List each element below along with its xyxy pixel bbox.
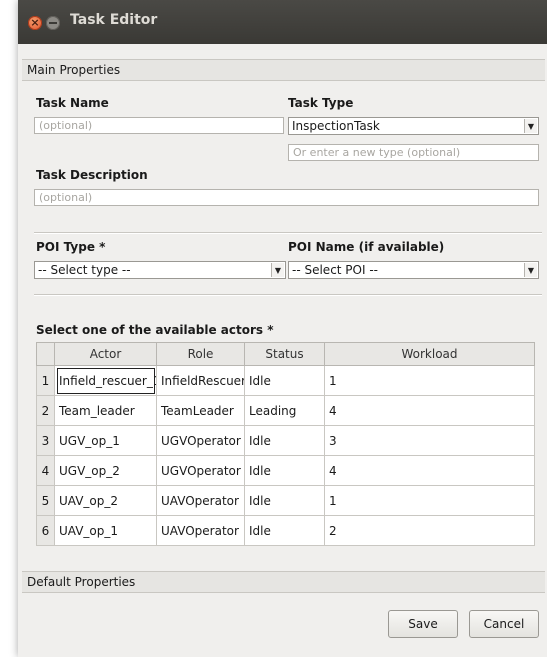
actors-table[interactable]: Actor Role Status Workload 1 Infield_res… (36, 342, 535, 546)
table-row[interactable]: 5 UAV_op_2 UAVOperator Idle 1 (36, 485, 535, 516)
task-name-input[interactable]: (optional) (34, 117, 284, 134)
actor-cell[interactable]: Team_leader (54, 395, 157, 426)
minimize-button[interactable] (46, 16, 60, 30)
poi-name-select[interactable]: -- Select POI -- ▼ (288, 261, 539, 279)
table-row[interactable]: 2 Team_leader TeamLeader Leading 4 (36, 395, 535, 426)
title-bar: × Task Editor (18, 0, 547, 44)
workload-cell[interactable]: 2 (324, 515, 535, 546)
chevron-down-icon: ▼ (271, 263, 284, 277)
row-number: 3 (36, 425, 55, 456)
poi-name-label: POI Name (if available) (288, 240, 445, 254)
task-type-select[interactable]: InspectionTask ▼ (288, 117, 539, 135)
actor-cell[interactable]: UGV_op_1 (54, 425, 157, 456)
minimize-icon (49, 22, 57, 24)
separator (34, 294, 542, 296)
actor-cell[interactable]: Infield_rescuer_1 (54, 365, 157, 396)
actor-cell[interactable]: UAV_op_2 (54, 485, 157, 516)
task-type-label: Task Type (288, 96, 354, 110)
separator (34, 232, 542, 234)
cancel-button[interactable]: Cancel (469, 610, 539, 638)
window-title: Task Editor (70, 12, 158, 28)
default-properties-header[interactable]: Default Properties (22, 571, 545, 593)
table-row[interactable]: 3 UGV_op_1 UGVOperator Idle 3 (36, 425, 535, 456)
workload-column-header[interactable]: Workload (324, 342, 535, 366)
row-number: 2 (36, 395, 55, 426)
role-cell[interactable]: UAVOperator (156, 485, 245, 516)
status-cell[interactable]: Idle (244, 485, 325, 516)
poi-type-select[interactable]: -- Select type -- ▼ (34, 261, 286, 279)
table-row[interactable]: 4 UGV_op_2 UGVOperator Idle 4 (36, 455, 535, 486)
poi-name-value: -- Select POI -- (292, 263, 379, 277)
task-name-label: Task Name (36, 96, 109, 110)
table-row[interactable]: 6 UAV_op_1 UAVOperator Idle 2 (36, 515, 535, 546)
role-cell[interactable]: UGVOperator (156, 455, 245, 486)
status-cell[interactable]: Idle (244, 455, 325, 486)
role-cell[interactable]: InfieldRescuer (156, 365, 245, 396)
close-button[interactable]: × (28, 16, 42, 30)
task-description-label: Task Description (36, 168, 148, 182)
table-row[interactable]: 1 Infield_rescuer_1 InfieldRescuer Idle … (36, 365, 535, 396)
workload-cell[interactable]: 3 (324, 425, 535, 456)
table-header-row: Actor Role Status Workload (36, 342, 535, 366)
status-cell[interactable]: Leading (244, 395, 325, 426)
row-number: 6 (36, 515, 55, 546)
actors-label: Select one of the available actors * (36, 323, 274, 337)
row-number: 4 (36, 455, 55, 486)
actor-cell[interactable]: UAV_op_1 (54, 515, 157, 546)
poi-type-value: -- Select type -- (38, 263, 131, 277)
workload-cell[interactable]: 1 (324, 485, 535, 516)
role-cell[interactable]: UGVOperator (156, 425, 245, 456)
status-cell[interactable]: Idle (244, 365, 325, 396)
actor-column-header[interactable]: Actor (54, 342, 157, 366)
role-column-header[interactable]: Role (156, 342, 245, 366)
chevron-down-icon: ▼ (524, 263, 537, 277)
row-number: 1 (36, 365, 55, 396)
task-editor-window: × Task Editor Main Properties Task Name … (18, 0, 547, 657)
poi-type-label: POI Type * (36, 240, 106, 254)
workload-cell[interactable]: 4 (324, 395, 535, 426)
workload-cell[interactable]: 4 (324, 455, 535, 486)
row-number-header (36, 342, 55, 366)
role-cell[interactable]: UAVOperator (156, 515, 245, 546)
close-icon: × (30, 16, 40, 29)
new-task-type-input[interactable]: Or enter a new type (optional) (288, 144, 539, 161)
task-description-input[interactable]: (optional) (34, 189, 539, 206)
task-type-value: InspectionTask (292, 119, 380, 133)
status-cell[interactable]: Idle (244, 515, 325, 546)
status-cell[interactable]: Idle (244, 425, 325, 456)
row-number: 5 (36, 485, 55, 516)
save-button[interactable]: Save (388, 610, 458, 638)
main-properties-header[interactable]: Main Properties (22, 59, 545, 81)
status-column-header[interactable]: Status (244, 342, 325, 366)
actor-cell[interactable]: UGV_op_2 (54, 455, 157, 486)
role-cell[interactable]: TeamLeader (156, 395, 245, 426)
chevron-down-icon: ▼ (524, 119, 537, 133)
workload-cell[interactable]: 1 (324, 365, 535, 396)
